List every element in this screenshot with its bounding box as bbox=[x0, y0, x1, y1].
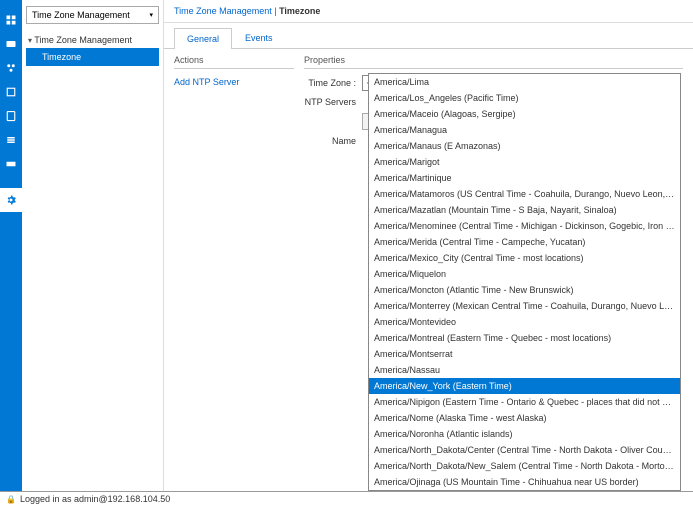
timezone-option[interactable]: America/Menominee (Central Time - Michig… bbox=[369, 218, 680, 234]
timezone-option[interactable]: America/North_Dakota/New_Salem (Central … bbox=[369, 458, 680, 474]
nav-icon-4[interactable] bbox=[0, 80, 22, 104]
properties-column: Properties Time Zone : <not set> ▾ NTP S… bbox=[304, 55, 683, 491]
timezone-option[interactable]: America/Managua bbox=[369, 122, 680, 138]
nav-icon-1[interactable] bbox=[0, 8, 22, 32]
nav-icon-2[interactable] bbox=[0, 32, 22, 56]
module-dropdown[interactable]: Time Zone Management ▾ bbox=[26, 6, 159, 24]
timezone-option[interactable]: America/Los_Angeles (Pacific Time) bbox=[369, 90, 680, 106]
timezone-option[interactable]: America/Mexico_City (Central Time - most… bbox=[369, 250, 680, 266]
timezone-option[interactable]: America/Montserrat bbox=[369, 346, 680, 362]
tabs: General Events bbox=[164, 27, 693, 49]
timezone-option[interactable]: America/Moncton (Atlantic Time - New Bru… bbox=[369, 282, 680, 298]
nav-icon-6[interactable] bbox=[0, 128, 22, 152]
nav-icon-7[interactable] bbox=[0, 152, 22, 176]
timezone-option[interactable]: America/Nipigon (Eastern Time - Ontario … bbox=[369, 394, 680, 410]
nav-icon-settings[interactable] bbox=[0, 188, 22, 212]
timezone-option[interactable]: America/Matamoros (US Central Time - Coa… bbox=[369, 186, 680, 202]
timezone-option[interactable]: America/Noronha (Atlantic islands) bbox=[369, 426, 680, 442]
chevron-down-icon: ▾ bbox=[149, 11, 153, 19]
timezone-option[interactable]: America/Maceio (Alagoas, Sergipe) bbox=[369, 106, 680, 122]
timezone-option[interactable]: America/Ojinaga (US Mountain Time - Chih… bbox=[369, 474, 680, 490]
lock-icon: 🔒 bbox=[6, 495, 16, 504]
name-label: Name bbox=[304, 136, 362, 146]
ntp-servers-label: NTP Servers bbox=[304, 97, 362, 107]
timezone-dropdown-list[interactable]: America/LimaAmerica/Los_Angeles (Pacific… bbox=[368, 73, 681, 491]
nav-icon-3[interactable] bbox=[0, 56, 22, 80]
nav-icon-5[interactable] bbox=[0, 104, 22, 128]
left-iconbar bbox=[0, 0, 22, 491]
main-panel: Time Zone Management | Timezone General … bbox=[164, 0, 693, 491]
timezone-option[interactable]: America/Montevideo bbox=[369, 314, 680, 330]
timezone-option[interactable]: America/Marigot bbox=[369, 154, 680, 170]
tree-child-timezone[interactable]: Timezone bbox=[26, 48, 159, 66]
status-bar: 🔒 Logged in as admin@192.168.104.50 bbox=[0, 491, 693, 506]
timezone-option[interactable]: America/Merida (Central Time - Campeche,… bbox=[369, 234, 680, 250]
timezone-option[interactable]: America/Manaus (E Amazonas) bbox=[369, 138, 680, 154]
breadcrumb-current: Timezone bbox=[279, 6, 320, 16]
sidebar: Time Zone Management ▾ Time Zone Managem… bbox=[22, 0, 164, 491]
timezone-option[interactable]: America/Lima bbox=[369, 74, 680, 90]
tab-general[interactable]: General bbox=[174, 28, 232, 49]
timezone-option[interactable]: America/Panama bbox=[369, 490, 680, 491]
add-ntp-server-link[interactable]: Add NTP Server bbox=[174, 75, 294, 89]
properties-header: Properties bbox=[304, 55, 683, 69]
actions-column: Actions Add NTP Server bbox=[174, 55, 294, 491]
actions-header: Actions bbox=[174, 55, 294, 69]
tab-events[interactable]: Events bbox=[232, 27, 286, 48]
timezone-option[interactable]: America/Nome (Alaska Time - west Alaska) bbox=[369, 410, 680, 426]
breadcrumb-root[interactable]: Time Zone Management bbox=[174, 6, 272, 16]
timezone-label: Time Zone : bbox=[304, 78, 362, 88]
tree-parent[interactable]: Time Zone Management bbox=[26, 32, 159, 48]
timezone-option[interactable]: America/Monterrey (Mexican Central Time … bbox=[369, 298, 680, 314]
timezone-option[interactable]: America/Miquelon bbox=[369, 266, 680, 282]
timezone-option[interactable]: America/Mazatlan (Mountain Time - S Baja… bbox=[369, 202, 680, 218]
timezone-option[interactable]: America/Montreal (Eastern Time - Quebec … bbox=[369, 330, 680, 346]
timezone-option[interactable]: America/New_York (Eastern Time) bbox=[369, 378, 680, 394]
timezone-option[interactable]: America/Nassau bbox=[369, 362, 680, 378]
module-dropdown-label: Time Zone Management bbox=[32, 10, 130, 20]
timezone-option[interactable]: America/Martinique bbox=[369, 170, 680, 186]
breadcrumb: Time Zone Management | Timezone bbox=[164, 0, 693, 23]
status-text: Logged in as admin@192.168.104.50 bbox=[20, 494, 170, 504]
timezone-option[interactable]: America/North_Dakota/Center (Central Tim… bbox=[369, 442, 680, 458]
